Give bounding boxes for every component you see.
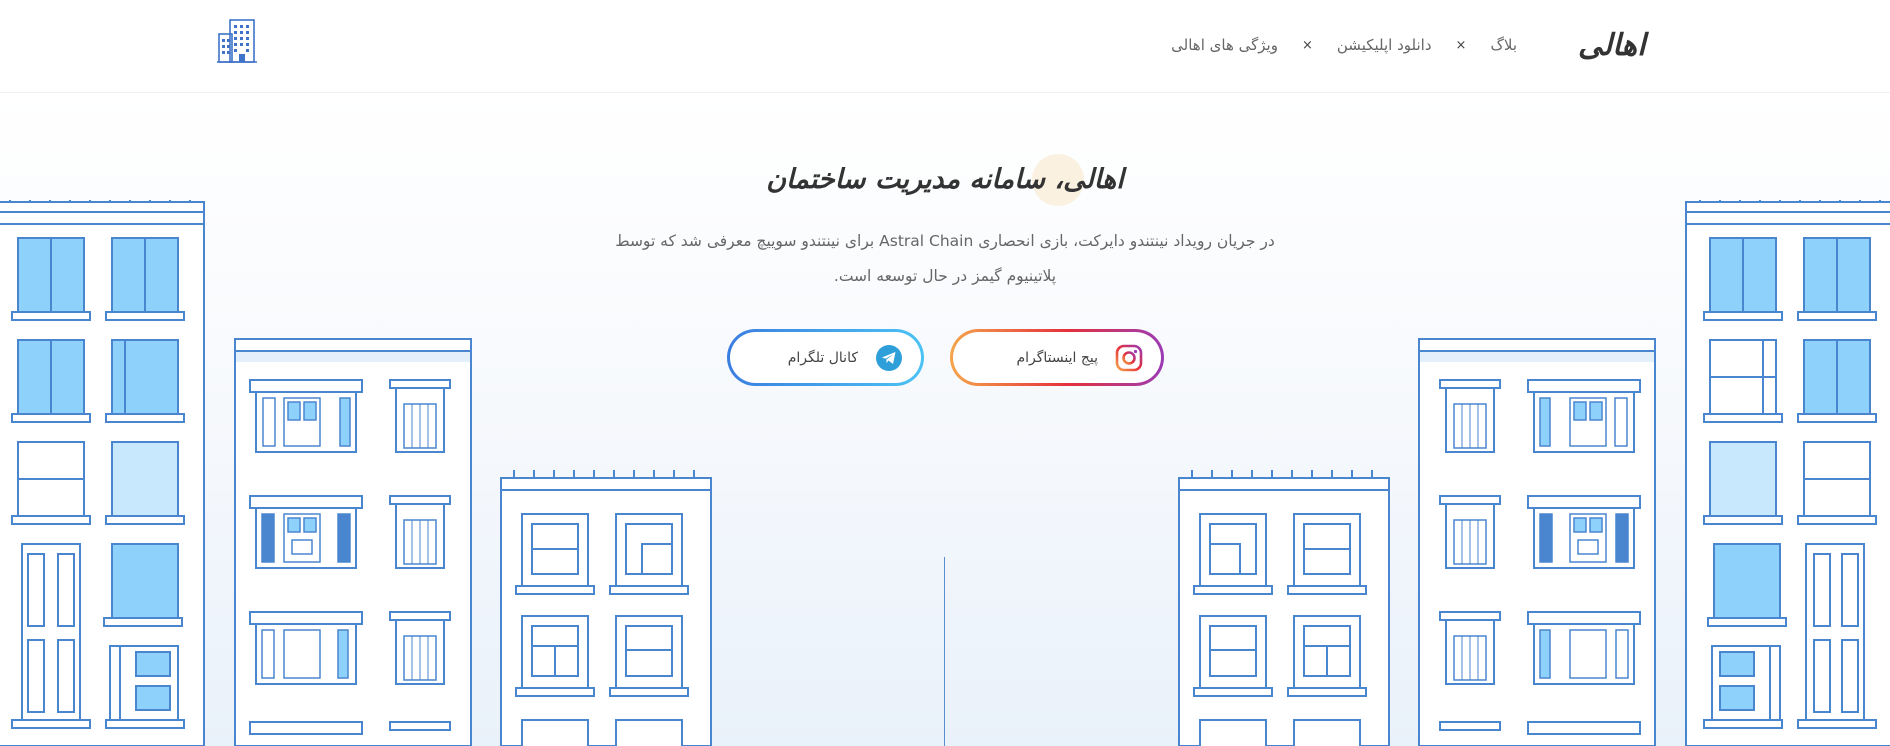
hero-title: اهالی، سامانه مدیریت ساختمان: [766, 164, 1124, 195]
telegram-channel-button[interactable]: کانال تلگرام: [727, 329, 924, 386]
building-illustration-left-short: [500, 470, 712, 746]
nav-separator: ×: [1455, 37, 1467, 53]
building-icon[interactable]: [216, 18, 258, 64]
nav-item-blog[interactable]: بلاگ: [1490, 36, 1517, 54]
hero-description: در جریان رویداد نینتندو دایرکت، بازی انح…: [615, 232, 1275, 285]
building-illustration-far-right: [1685, 200, 1890, 746]
instagram-icon: [1114, 343, 1144, 373]
nav-item-features[interactable]: ویژگی های اهالی: [1171, 36, 1278, 54]
site-header: اهالی ویژگی های اهالی × دانلود اپلیکیشن …: [0, 0, 1890, 93]
telegram-icon: [874, 343, 904, 373]
main-nav: ویژگی های اهالی × دانلود اپلیکیشن × بلاگ: [1171, 36, 1517, 54]
instagram-button-label: پیج اینستاگرام: [1016, 349, 1098, 366]
building-illustration-far-left: [0, 200, 205, 746]
center-divider-line: [944, 557, 945, 746]
telegram-button-label: کانال تلگرام: [787, 349, 858, 366]
nav-item-download-app[interactable]: دانلود اپلیکیشن: [1337, 36, 1432, 54]
building-illustration-left-middle: [234, 338, 472, 746]
instagram-page-button[interactable]: پیج اینستاگرام: [950, 329, 1164, 386]
building-illustration-right-short: [1178, 470, 1390, 746]
nav-separator: ×: [1301, 37, 1313, 53]
site-logo[interactable]: اهالی: [1578, 28, 1645, 63]
building-illustration-right-middle: [1418, 338, 1656, 746]
